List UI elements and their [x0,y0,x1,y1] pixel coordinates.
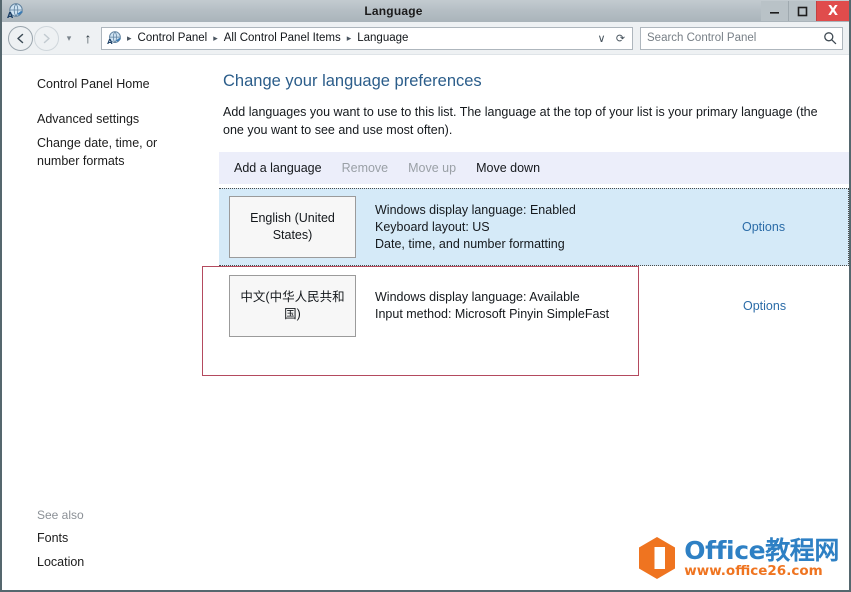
close-button[interactable]: X [816,1,849,21]
language-name: 中文(中华人民共和国) [240,290,345,321]
language-details: Windows display language: Enabled Keyboa… [375,202,733,253]
watermark-url: www.office26.com [684,562,823,579]
window-controls: X [761,1,849,21]
forward-button [34,25,59,51]
maximize-button[interactable] [788,1,816,21]
refresh-icon[interactable]: ⟳ [611,28,630,49]
title-bar[interactable]: A Language X [2,0,849,23]
language-detail-display-language: Windows display language: Enabled [375,202,576,217]
window-title: Language [364,4,423,18]
watermark: Office教程网 www.office26.com [637,536,839,580]
language-detail-display-language: Windows display language: Available [375,290,580,304]
recent-locations-caret-icon[interactable]: ▾ [60,27,78,50]
breadcrumb-separator-icon: ▸ [346,32,352,43]
breadcrumb-item-control-panel[interactable]: Control Panel [136,32,210,44]
sidebar-item-advanced-settings[interactable]: Advanced settings [2,107,197,131]
language-name: English (United States) [250,211,335,242]
search-box[interactable] [640,26,843,50]
breadcrumb-separator-icon: ▸ [213,32,218,43]
options-link[interactable]: Options [733,220,848,234]
move-up-button: Move up [408,161,457,175]
breadcrumb-item-language[interactable]: Language [355,32,410,44]
language-tile[interactable]: English (United States) [229,196,356,258]
svg-text:A: A [107,38,113,45]
see-also-section: See also Fonts Location [2,505,209,574]
page-title: Change your language preferences [223,72,482,90]
back-button[interactable] [8,25,33,51]
language-row-chinese-prc[interactable]: 中文(中华人民共和国) Windows display language: Av… [219,266,849,346]
move-down-button[interactable]: Move down [466,157,550,179]
sidebar: Control Panel Home Advanced settings Cha… [2,56,209,590]
content-area: Control Panel Home Advanced settings Cha… [2,56,849,590]
main-pane: Change your language preferences Add lan… [209,56,849,590]
language-detail-input-method: Input method: Microsoft Pinyin SimpleFas… [375,307,610,321]
minimize-button[interactable] [761,1,788,21]
sidebar-item-control-panel-home[interactable]: Control Panel Home [2,72,197,107]
search-input[interactable] [641,32,818,44]
watermark-text: Office教程网 www.office26.com [684,538,839,579]
sidebar-item-location[interactable]: Location [2,550,209,574]
options-link[interactable]: Options [734,299,849,313]
language-control-panel-icon: A [4,2,26,20]
breadcrumb-bar[interactable]: A ▸ Control Panel ▸ All Control Panel It… [101,26,633,50]
language-tile[interactable]: 中文(中华人民共和国) [229,275,356,337]
add-a-language-button[interactable]: Add a language [224,157,332,179]
sidebar-item-change-date-time-number-formats[interactable]: Change date, time, or number formats [2,131,197,173]
page-description: Add languages you want to use to this li… [223,105,818,137]
watermark-title: Office教程网 [684,535,839,565]
search-icon[interactable] [818,28,842,49]
breadcrumb-tools: ∨ ⟳ [592,28,630,49]
language-detail-keyboard-layout: Keyboard layout: US [375,219,490,234]
breadcrumb-dropdown-icon[interactable]: ∨ [592,28,611,49]
up-one-level-button[interactable]: ↑ [78,27,98,50]
language-settings-window: A Language X ▾ ↑ A ▸ Control Panel ▸ All… [0,0,851,592]
language-list: English (United States) Windows display … [219,188,849,346]
language-details: Windows display language: Available Inpu… [375,289,734,323]
language-row-english-united-states[interactable]: English (United States) Windows display … [219,188,849,266]
breadcrumb-item-all-control-panel-items[interactable]: All Control Panel Items [222,32,343,44]
office-hexagon-logo-icon [637,536,677,580]
command-toolbar: Add a language Remove Move up Move down [219,152,849,184]
address-bar: ▾ ↑ A ▸ Control Panel ▸ All Control Pane… [2,22,849,55]
remove-button: Remove [341,161,389,175]
language-detail-date-time-number-formatting: Date, time, and number formatting [375,236,565,251]
svg-text:A: A [7,11,14,19]
sidebar-item-fonts[interactable]: Fonts [2,526,209,550]
breadcrumb-language-icon: A [105,29,123,47]
breadcrumb: ▸ Control Panel ▸ All Control Panel Item… [123,32,592,44]
breadcrumb-separator-icon: ▸ [127,32,132,43]
see-also-title: See also [37,508,84,522]
